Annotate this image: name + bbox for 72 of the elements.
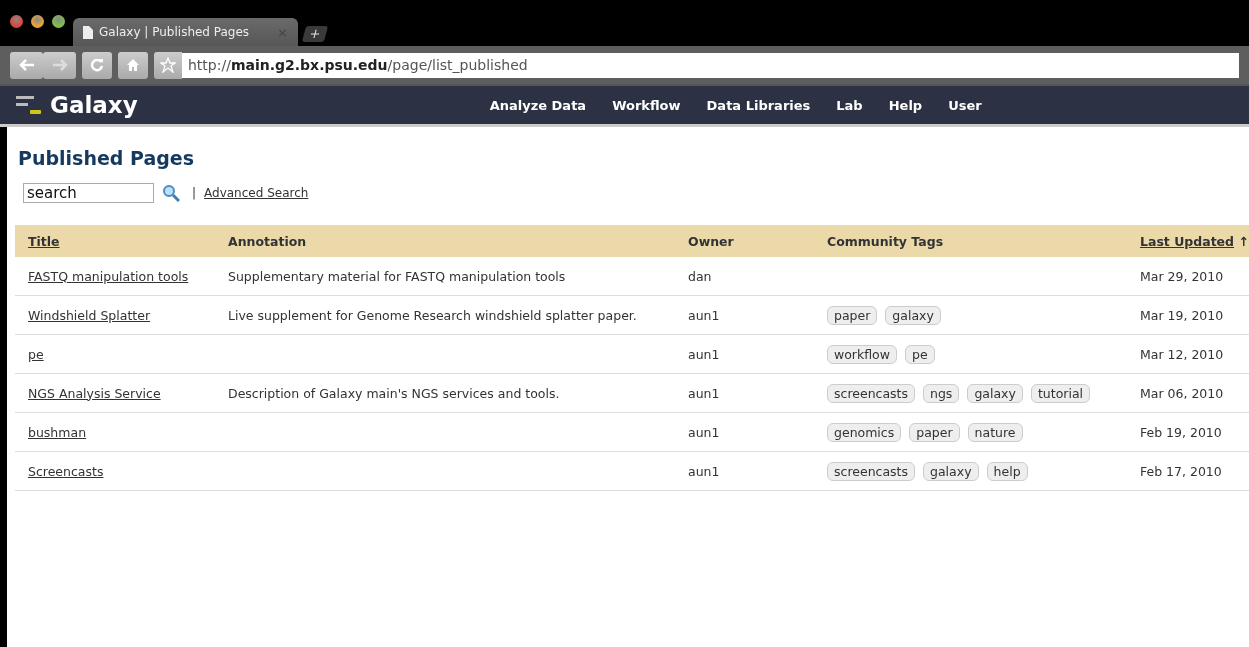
forward-button[interactable] xyxy=(43,51,76,79)
owner-cell-text: aun1 xyxy=(687,463,721,479)
owner-cell-text: aun1 xyxy=(687,385,721,401)
close-window-button[interactable] xyxy=(10,14,23,28)
column-header-link[interactable]: Title xyxy=(28,233,60,249)
nav-link[interactable]: User xyxy=(935,97,995,113)
nav-link[interactable]: Data Libraries xyxy=(693,97,824,113)
reload-button[interactable] xyxy=(82,51,112,79)
page-link[interactable]: bushman xyxy=(28,424,87,440)
tag-chip[interactable]: paper xyxy=(909,422,960,442)
annotation-cell-text: Description of Galaxy main's NGS services and tools. xyxy=(227,385,561,401)
owner-cell-text: aun1 xyxy=(687,346,721,362)
back-button[interactable] xyxy=(10,51,43,79)
nav-link[interactable]: Workflow xyxy=(599,97,694,113)
bookmark-button[interactable] xyxy=(154,51,182,79)
tag-chip[interactable]: genomics xyxy=(827,422,902,442)
brand-title: Galaxy xyxy=(50,92,138,118)
sort-arrow: ↑ xyxy=(1238,233,1249,249)
tag-chip[interactable]: paper xyxy=(827,305,878,325)
column-header: Community Tags xyxy=(826,233,945,249)
logo-icon xyxy=(16,95,42,115)
date-cell-text: Mar 19, 2010 xyxy=(1139,307,1225,323)
annotation-cell-text: Supplementary material for FASTQ manipulation tools xyxy=(227,268,567,284)
page-link[interactable]: Windshield Splatter xyxy=(28,307,151,323)
reload-icon xyxy=(90,58,104,72)
home-icon xyxy=(126,58,140,72)
page-title: Published Pages xyxy=(17,146,196,169)
page-icon xyxy=(83,25,93,39)
new-tab-button[interactable]: + xyxy=(301,26,329,42)
date-cell-text: Feb 19, 2010 xyxy=(1139,424,1223,440)
browser-tab[interactable]: Galaxy | Published Pages × xyxy=(73,18,298,46)
page-link[interactable]: Screencasts xyxy=(28,463,104,479)
left-arrow-icon xyxy=(18,59,35,71)
home-button[interactable] xyxy=(118,51,148,79)
tag-chip[interactable]: help xyxy=(986,461,1028,481)
column-header-link[interactable]: Last Updated xyxy=(1140,233,1235,249)
separator: | xyxy=(192,186,197,200)
date-cell-text: Mar 12, 2010 xyxy=(1139,346,1225,362)
page-link[interactable]: FASTQ manipulation tools xyxy=(28,268,189,284)
date-cell-text: Feb 17, 2010 xyxy=(1139,463,1223,479)
date-cell-text: Mar 29, 2010 xyxy=(1139,268,1225,284)
annotation-cell-text: Live supplement for Genome Research windshield splatter paper. xyxy=(227,307,638,323)
owner-cell-text: aun1 xyxy=(687,424,721,440)
minimize-window-button[interactable] xyxy=(31,14,44,28)
star-icon xyxy=(160,57,176,73)
tag-chip[interactable]: ngs xyxy=(923,383,960,403)
page-link[interactable]: NGS Analysis Service xyxy=(28,385,161,401)
date-cell-text: Mar 06, 2010 xyxy=(1139,385,1225,401)
tag-chip[interactable]: pe xyxy=(905,344,935,364)
advanced-search-link[interactable]: Advanced Search xyxy=(204,186,309,200)
page-link[interactable]: pe xyxy=(28,346,44,362)
zoom-window-button[interactable] xyxy=(52,14,65,28)
tag-chip[interactable]: screencasts xyxy=(827,461,915,481)
tag-chip[interactable]: workflow xyxy=(827,344,897,364)
tab-title: Galaxy | Published Pages xyxy=(99,25,251,39)
owner-cell-text: dan xyxy=(687,268,713,284)
nav-link[interactable]: Lab xyxy=(823,97,876,113)
nav-link[interactable]: Help xyxy=(875,97,936,113)
address-field[interactable]: http://main.g2.bx.psu.edu/page/list_published xyxy=(182,52,1239,78)
column-header: Owner xyxy=(687,233,735,249)
tag-chip[interactable]: screencasts xyxy=(827,383,915,403)
tag-chip[interactable]: galaxy xyxy=(923,461,979,481)
tag-chip[interactable]: tutorial xyxy=(1030,383,1091,403)
tag-chip[interactable]: nature xyxy=(967,422,1023,442)
nav-link[interactable]: Analyze Data xyxy=(476,97,600,113)
search-icon[interactable] xyxy=(162,184,180,202)
search-field[interactable]: search xyxy=(23,183,154,203)
tag-chip[interactable]: galaxy xyxy=(885,305,941,325)
column-header: Annotation xyxy=(227,233,308,249)
owner-cell-text: aun1 xyxy=(687,307,721,323)
right-arrow-icon xyxy=(51,59,68,71)
tag-chip[interactable]: galaxy xyxy=(967,383,1023,403)
